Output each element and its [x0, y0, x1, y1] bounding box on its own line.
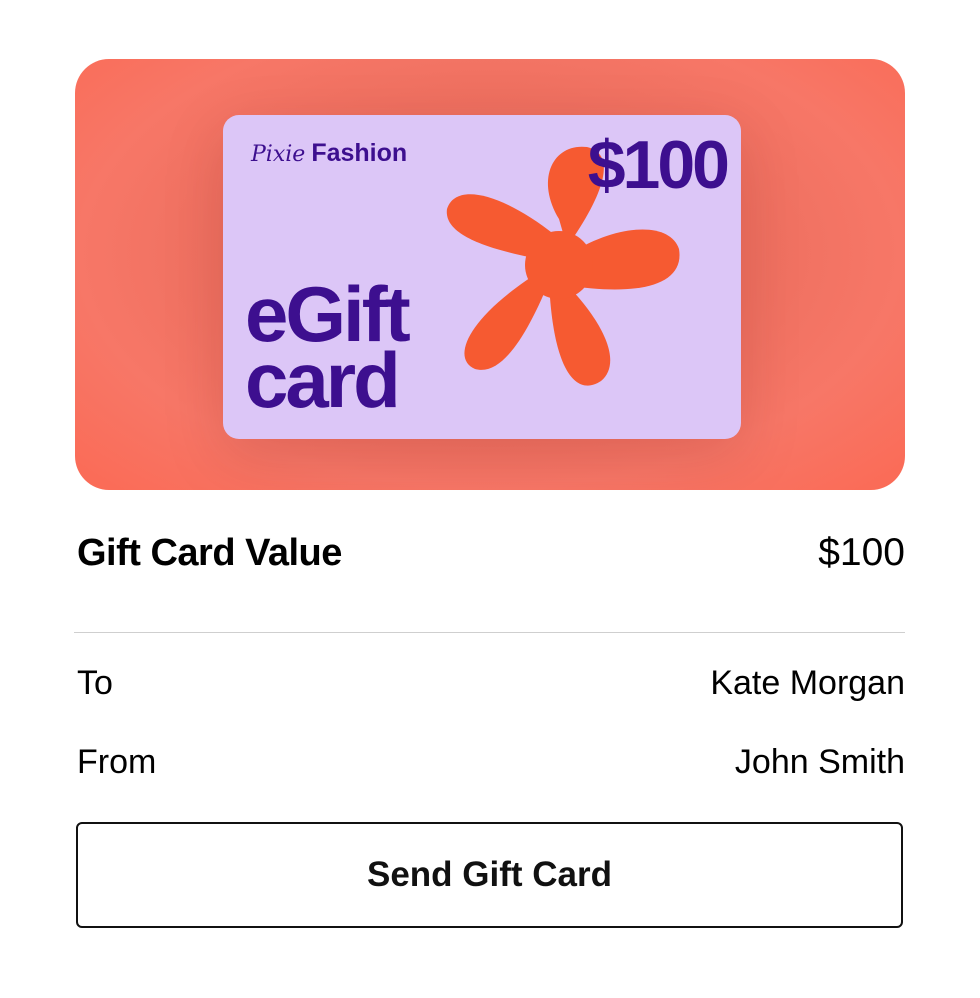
- recipient-row: To Kate Morgan: [77, 663, 905, 703]
- sender-name: John Smith: [734, 742, 905, 781]
- sender-row: From John Smith: [77, 742, 905, 782]
- brand-logo: Pixie Fashion: [251, 139, 407, 168]
- gift-card-value-row: Gift Card Value $100: [77, 528, 905, 578]
- gift-card-value-label: Gift Card Value: [77, 531, 342, 574]
- recipient-name: Kate Morgan: [710, 663, 905, 702]
- recipient-label: To: [77, 663, 113, 702]
- gift-card-value-amount: $100: [818, 531, 905, 574]
- card-title-line2: card: [245, 336, 401, 424]
- egift-card-graphic: Pixie Fashion $100 eGift card: [223, 115, 741, 439]
- card-amount: $100: [587, 127, 730, 203]
- gift-card-page: Pixie Fashion $100 eGift card Gift Card V…: [0, 0, 980, 998]
- send-gift-card-button[interactable]: Send Gift Card: [76, 822, 903, 928]
- divider: [74, 632, 905, 633]
- sender-label: From: [77, 742, 157, 781]
- brand-script-text: Pixie: [251, 142, 306, 167]
- gift-card-hero-image: Pixie Fashion $100 eGift card: [75, 59, 905, 490]
- brand-bold-text: Fashion: [311, 139, 408, 167]
